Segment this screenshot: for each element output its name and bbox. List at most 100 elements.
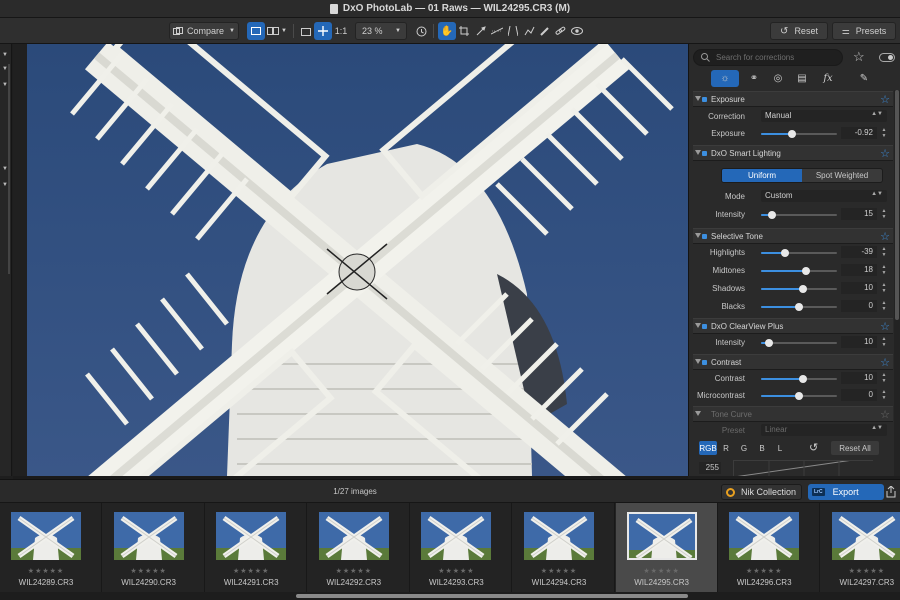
contrast-slider[interactable] (761, 375, 837, 383)
blacks-value[interactable]: 0 (841, 300, 877, 312)
channel-b[interactable]: B (753, 441, 771, 455)
star-icon[interactable]: ☆ (880, 320, 890, 333)
preview-toggle-button[interactable] (569, 22, 585, 40)
perspective-tool-button[interactable] (505, 22, 521, 40)
thumbnail-image[interactable] (729, 512, 800, 560)
filmstrip-thumbnail[interactable]: ★★★★★ WIL24293.CR3 (410, 503, 513, 593)
contrast-value[interactable]: 10 (841, 372, 877, 384)
presets-button[interactable]: ⚌ Presets (832, 22, 896, 40)
blacks-slider[interactable] (761, 303, 837, 311)
filmstrip-thumbnail[interactable]: ★★★★★ WIL24296.CR3 (718, 503, 821, 593)
collapse-icon[interactable] (695, 150, 701, 155)
slider-knob[interactable] (799, 375, 807, 383)
filmstrip-scrollbar[interactable] (0, 592, 900, 600)
stepper-icon[interactable]: ▲ ▼ (880, 300, 888, 312)
move-button[interactable] (314, 22, 332, 40)
star-rating[interactable]: ★★★★★ (821, 567, 900, 575)
local-adjust-button[interactable] (537, 22, 553, 40)
channel-rgb[interactable]: RGB (699, 441, 717, 455)
nik-collection-button[interactable]: Nik Collection (721, 484, 802, 500)
fit-view-button[interactable] (298, 22, 314, 40)
star-rating[interactable]: ★★★★★ (205, 567, 297, 575)
filmstrip-thumbnail[interactable]: ★★★★★ WIL24292.CR3 (308, 503, 410, 593)
filmstrip-thumbnail[interactable]: ★★★★★ WIL24289.CR3 (0, 503, 102, 593)
section-clearview[interactable]: DxO ClearView Plus ☆ (693, 318, 893, 334)
toggle-icon[interactable] (879, 53, 895, 62)
clearview-value[interactable]: 10 (841, 336, 877, 348)
exposure-slider[interactable] (761, 130, 837, 138)
undo-icon[interactable]: ↺ (809, 441, 818, 454)
correction-select[interactable]: Manual ▲▼ (761, 110, 887, 122)
star-rating[interactable]: ★★★★★ (718, 567, 810, 575)
clearview-slider[interactable] (761, 339, 837, 347)
star-icon[interactable]: ☆ (853, 49, 865, 65)
exposure-value[interactable]: -0.92 (841, 127, 877, 139)
thumbnail-image[interactable] (11, 512, 81, 560)
white-balance-tool-button[interactable] (473, 22, 489, 40)
thumbnail-image[interactable] (626, 512, 697, 560)
channel-g[interactable]: G (735, 441, 753, 455)
section-tone-curve[interactable]: Tone Curve ☆ (693, 406, 893, 422)
star-icon[interactable]: ☆ (880, 408, 890, 421)
stepper-icon[interactable]: ▲ ▼ (880, 208, 888, 220)
collapse-icon[interactable] (695, 233, 701, 238)
section-toggle[interactable] (702, 234, 707, 239)
search-input[interactable]: Search for corrections (693, 49, 843, 66)
section-exposure[interactable]: Exposure ☆ (693, 91, 893, 107)
tab-effects[interactable]: fx (817, 70, 839, 87)
filmstrip-thumbnail[interactable]: ★★★★★ WIL24297.CR3 (821, 503, 900, 593)
stepper-icon[interactable]: ▲ ▼ (880, 282, 888, 294)
star-icon[interactable]: ☆ (880, 93, 890, 106)
stepper-icon[interactable]: ▲ ▼ (880, 336, 888, 348)
chevron-down-icon[interactable]: ▼ (2, 52, 9, 59)
section-smart-lighting[interactable]: DxO Smart Lighting ☆ (693, 145, 893, 161)
channel-r[interactable]: R (717, 441, 735, 455)
windmill-photo[interactable] (27, 44, 688, 476)
stepper-icon[interactable]: ▲ ▼ (880, 389, 888, 401)
stepper-icon[interactable]: ▲ ▼ (880, 127, 888, 139)
star-icon[interactable]: ☆ (880, 147, 890, 160)
filmstrip-thumbnail[interactable]: ★★★★★ WIL24291.CR3 (205, 503, 308, 593)
curve-grid[interactable] (733, 456, 875, 476)
star-rating[interactable]: ★★★★★ (616, 567, 708, 575)
repair-tool-button[interactable] (521, 22, 537, 40)
intensity-slider[interactable] (761, 211, 837, 219)
midtones-slider[interactable] (761, 267, 837, 275)
star-rating[interactable]: ★★★★★ (103, 567, 195, 575)
uniform-option[interactable]: Uniform (722, 169, 802, 182)
filmstrip-thumbnail[interactable]: ★★★★★ WIL24295.CR3 (615, 503, 718, 593)
spot-weighted-option[interactable]: Spot Weighted (802, 169, 882, 182)
thumbnail-image[interactable] (318, 512, 389, 560)
collapse-icon[interactable] (695, 411, 701, 416)
shadows-value[interactable]: 10 (841, 282, 877, 294)
slider-knob[interactable] (795, 303, 803, 311)
section-toggle[interactable] (702, 151, 707, 156)
hand-tool-button[interactable]: ✋ (438, 22, 456, 40)
star-rating[interactable]: ★★★★★ (513, 567, 605, 575)
slider-knob[interactable] (768, 211, 776, 219)
section-toggle[interactable] (702, 360, 707, 365)
highlights-slider[interactable] (761, 249, 837, 257)
collapse-icon[interactable] (695, 96, 701, 101)
thumbnail-image[interactable] (113, 512, 184, 560)
intensity-value[interactable]: 15 (841, 208, 877, 220)
crop-tool-button[interactable] (456, 22, 472, 40)
curve-editor[interactable]: 255 (697, 456, 893, 476)
highlights-value[interactable]: -39 (841, 246, 877, 258)
slider-knob[interactable] (781, 249, 789, 257)
section-toggle[interactable] (702, 324, 707, 329)
thumbnail-image[interactable] (524, 512, 594, 560)
reset-button[interactable]: ↺ Reset (770, 22, 828, 40)
tab-color[interactable]: ⚭ (743, 70, 765, 87)
history-button[interactable] (413, 22, 429, 40)
slider-knob[interactable] (799, 285, 807, 293)
thumbnail-image[interactable] (831, 512, 900, 560)
thumbnail-image[interactable] (421, 512, 492, 560)
split-view-button[interactable]: ▼ (266, 22, 288, 40)
slider-knob[interactable] (795, 392, 803, 400)
slider-knob[interactable] (788, 130, 796, 138)
collapse-icon[interactable] (695, 323, 701, 328)
panel-scrollbar[interactable] (894, 90, 900, 476)
slider-knob[interactable] (765, 339, 773, 347)
channel-l[interactable]: L (771, 441, 789, 455)
